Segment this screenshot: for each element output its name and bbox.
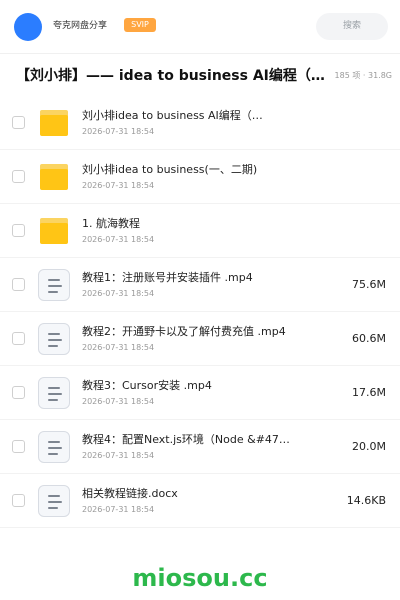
select-checkbox[interactable] (12, 494, 25, 507)
file-icon (37, 322, 71, 356)
list-item[interactable]: 教程1：注册账号并安装插件 .mp4 2026-07-31 18:54 75.6… (0, 258, 400, 312)
avatar[interactable] (14, 13, 42, 41)
select-checkbox[interactable] (12, 170, 25, 183)
item-date: 2026-07-31 18:54 (82, 181, 155, 190)
item-date: 2026-07-31 18:54 (82, 289, 155, 298)
item-name: 刘小排idea to business AI编程（… (82, 109, 263, 122)
page-title: 【刘小排】—— idea to business AI编程（1… (16, 68, 334, 84)
item-name: 教程4：配置Next.js环境（Node &#47… (82, 433, 290, 446)
list-item[interactable]: 1. 航海教程 2026-07-31 18:54 (0, 204, 400, 258)
list-item[interactable]: 刘小排idea to business(一、二期) 2026-07-31 18:… (0, 150, 400, 204)
item-date: 2026-07-31 18:54 (82, 235, 155, 244)
search-input[interactable]: 搜索 (316, 13, 388, 40)
item-name: 教程3：Cursor安装 .mp4 (82, 379, 212, 392)
sharer-name: 夸克网盘分享 (53, 21, 108, 31)
watermark: miosou.cc (132, 564, 268, 592)
select-checkbox[interactable] (12, 224, 25, 237)
select-checkbox[interactable] (12, 278, 25, 291)
item-size: 60.6M (352, 332, 386, 345)
list-item[interactable]: 教程3：Cursor安装 .mp4 2026-07-31 18:54 17.6M (0, 366, 400, 420)
item-size: 14.6KB (346, 494, 386, 507)
list-item[interactable]: 教程2：开通野卡以及了解付费充值 .mp4 2026-07-31 18:54 6… (0, 312, 400, 366)
select-checkbox[interactable] (12, 440, 25, 453)
select-checkbox[interactable] (12, 386, 25, 399)
list-item[interactable]: 教程4：配置Next.js环境（Node &#47… 2026-07-31 18… (0, 420, 400, 474)
item-date: 2026-07-31 18:54 (82, 505, 155, 514)
item-date: 2026-07-31 18:54 (82, 127, 155, 136)
item-name: 1. 航海教程 (82, 217, 140, 230)
file-icon (37, 268, 71, 302)
folder-meta: 185 项 · 31.8G (334, 71, 392, 80)
folder-icon (37, 160, 71, 194)
app-header: 夸克网盘分享 SVIP 搜索 (0, 0, 400, 54)
file-list: 刘小排idea to business AI编程（… 2026-07-31 18… (0, 96, 400, 528)
file-icon (37, 430, 71, 464)
folder-icon (37, 214, 71, 248)
item-size: 75.6M (352, 278, 386, 291)
folder-icon (37, 106, 71, 140)
item-size: 20.0M (352, 440, 386, 453)
file-icon (37, 484, 71, 518)
item-name: 相关教程链接.docx (82, 487, 178, 500)
select-checkbox[interactable] (12, 332, 25, 345)
folder-title-bar: 【刘小排】—— idea to business AI编程（1… 185 项 ·… (0, 55, 400, 95)
svip-badge: SVIP (124, 18, 156, 32)
list-item[interactable]: 刘小排idea to business AI编程（… 2026-07-31 18… (0, 96, 400, 150)
item-name: 刘小排idea to business(一、二期) (82, 163, 258, 176)
item-date: 2026-07-31 18:54 (82, 343, 155, 352)
select-checkbox[interactable] (12, 116, 25, 129)
file-icon (37, 376, 71, 410)
item-name: 教程1：注册账号并安装插件 .mp4 (82, 271, 253, 284)
item-date: 2026-07-31 18:54 (82, 397, 155, 406)
item-name: 教程2：开通野卡以及了解付费充值 .mp4 (82, 325, 286, 338)
list-item[interactable]: 相关教程链接.docx 2026-07-31 18:54 14.6KB (0, 474, 400, 528)
item-size: 17.6M (352, 386, 386, 399)
item-date: 2026-07-31 18:54 (82, 451, 155, 460)
